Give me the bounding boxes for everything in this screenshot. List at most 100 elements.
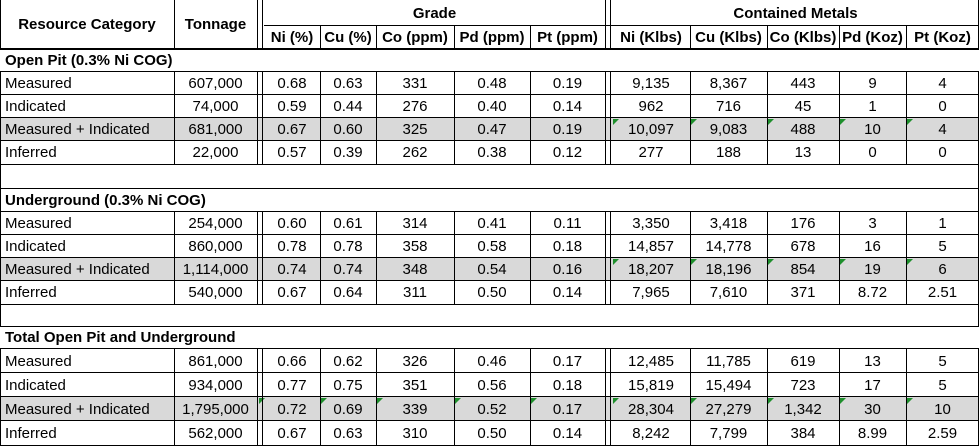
row-category: Measured — [5, 352, 72, 370]
table-rule — [767, 211, 768, 304]
comment-marker-icon — [768, 398, 774, 404]
table-rule — [906, 211, 907, 304]
row-contained-value: 1 — [938, 215, 947, 232]
row-grade-value: 0.14 — [552, 284, 583, 301]
section-title: Underground (0.3% Ni COG) — [5, 191, 206, 209]
row-grade-value: 0.57 — [277, 144, 307, 161]
row-grade-value: 348 — [402, 261, 428, 278]
row-contained-value: 9,083 — [709, 121, 748, 138]
table-rule — [839, 26, 840, 48]
row-contained-value: 12,485 — [628, 352, 674, 370]
comment-marker-icon — [455, 398, 461, 404]
table-rule — [839, 71, 840, 164]
row-contained-value: 15,494 — [705, 376, 752, 394]
row-contained-value: 9 — [868, 75, 877, 92]
header-grade-group: Grade — [412, 4, 457, 22]
row-grade-value: 0.78 — [277, 238, 307, 255]
row-grade-value: 0.64 — [333, 284, 363, 301]
table-rule — [0, 0, 1, 48]
table-rule — [0, 234, 979, 235]
row-tonnage: 861,000 — [188, 352, 243, 370]
table-rule — [0, 117, 979, 118]
table-rule — [605, 0, 606, 48]
table-rule — [605, 211, 606, 304]
row-grade-value: 0.60 — [277, 215, 307, 232]
row-grade-value: 0.63 — [333, 425, 363, 442]
row-contained-value: 30 — [864, 400, 881, 418]
table-rule — [0, 71, 979, 72]
row-grade-value: 0.12 — [552, 144, 583, 161]
row-contained-value: 10,097 — [628, 121, 674, 138]
row-grade-value: 0.39 — [333, 144, 363, 161]
row-category: Inferred — [5, 144, 57, 161]
row-contained-value: 8.99 — [857, 425, 888, 442]
comment-marker-icon — [321, 398, 327, 404]
row-contained-value: 16 — [864, 238, 881, 255]
row-contained-value: 188 — [715, 144, 742, 161]
table-rule — [174, 0, 175, 48]
row-grade-value: 0.44 — [333, 98, 363, 115]
table-rule — [0, 348, 979, 349]
row-contained-value: 1 — [868, 98, 877, 115]
table-rule — [262, 211, 263, 304]
table-rule — [320, 71, 321, 164]
row-tonnage: 1,114,000 — [182, 261, 249, 278]
row-grade-value: 0.62 — [333, 352, 363, 370]
table-rule — [0, 164, 1, 327]
table-rule — [0, 48, 979, 50]
table-rule — [0, 257, 979, 258]
table-rule — [839, 348, 840, 446]
table-rule — [454, 211, 455, 304]
row-grade-value: 310 — [402, 425, 428, 442]
header-contained-2: Co (Klbs) — [769, 28, 837, 46]
row-grade-value: 0.50 — [477, 425, 507, 442]
table-rule — [0, 280, 979, 281]
comment-marker-icon — [691, 398, 697, 404]
comment-marker-icon — [907, 259, 913, 265]
row-contained-value: 27,279 — [705, 400, 752, 418]
table-rule — [0, 372, 979, 373]
row-contained-value: 7,610 — [709, 284, 748, 301]
table-rule — [690, 211, 691, 304]
row-grade-value: 0.18 — [552, 376, 583, 394]
comment-marker-icon — [531, 398, 537, 404]
row-category: Measured + Indicated — [5, 400, 150, 418]
header-grade-4: Pt (ppm) — [537, 28, 598, 46]
table-rule — [690, 71, 691, 164]
row-grade-value: 0.19 — [552, 75, 583, 92]
row-grade-value: 0.75 — [333, 376, 363, 394]
row-grade-value: 0.67 — [277, 425, 307, 442]
row-grade-value: 0.17 — [552, 352, 583, 370]
row-contained-value: 18,207 — [628, 261, 674, 278]
table-rule — [0, 396, 979, 397]
row-contained-value: 2.51 — [927, 284, 958, 301]
table-rule — [0, 420, 979, 421]
table-rule — [0, 94, 979, 95]
row-contained-value: 7,799 — [709, 425, 748, 442]
header-contained-1: Cu (Klbs) — [695, 28, 762, 46]
row-tonnage: 607,000 — [188, 75, 243, 92]
row-grade-value: 0.41 — [477, 215, 507, 232]
row-grade-value: 0.52 — [477, 400, 507, 418]
row-grade-value: 0.61 — [333, 215, 363, 232]
row-category: Inferred — [5, 425, 57, 442]
comment-marker-icon — [768, 259, 774, 265]
row-contained-value: 45 — [794, 98, 812, 115]
comment-marker-icon — [613, 119, 619, 125]
row-contained-value: 13 — [794, 144, 812, 161]
row-contained-value: 19 — [864, 261, 881, 278]
row-contained-value: 4 — [938, 121, 947, 138]
table-rule — [376, 211, 377, 304]
table-rule — [906, 348, 907, 446]
row-contained-value: 9,135 — [632, 75, 670, 92]
row-tonnage: 681,000 — [188, 121, 243, 138]
row-category: Measured + Indicated — [5, 261, 150, 278]
header-contained-4: Pt (Koz) — [914, 28, 971, 46]
row-contained-value: 13 — [864, 352, 881, 370]
row-contained-value: 14,778 — [705, 238, 752, 255]
header-grade-1: Cu (%) — [324, 28, 372, 46]
row-grade-value: 0.69 — [333, 400, 363, 418]
row-contained-value: 1,342 — [784, 400, 822, 418]
header-contained-3: Pd (Koz) — [842, 28, 903, 46]
row-tonnage: 1,795,000 — [182, 400, 249, 418]
